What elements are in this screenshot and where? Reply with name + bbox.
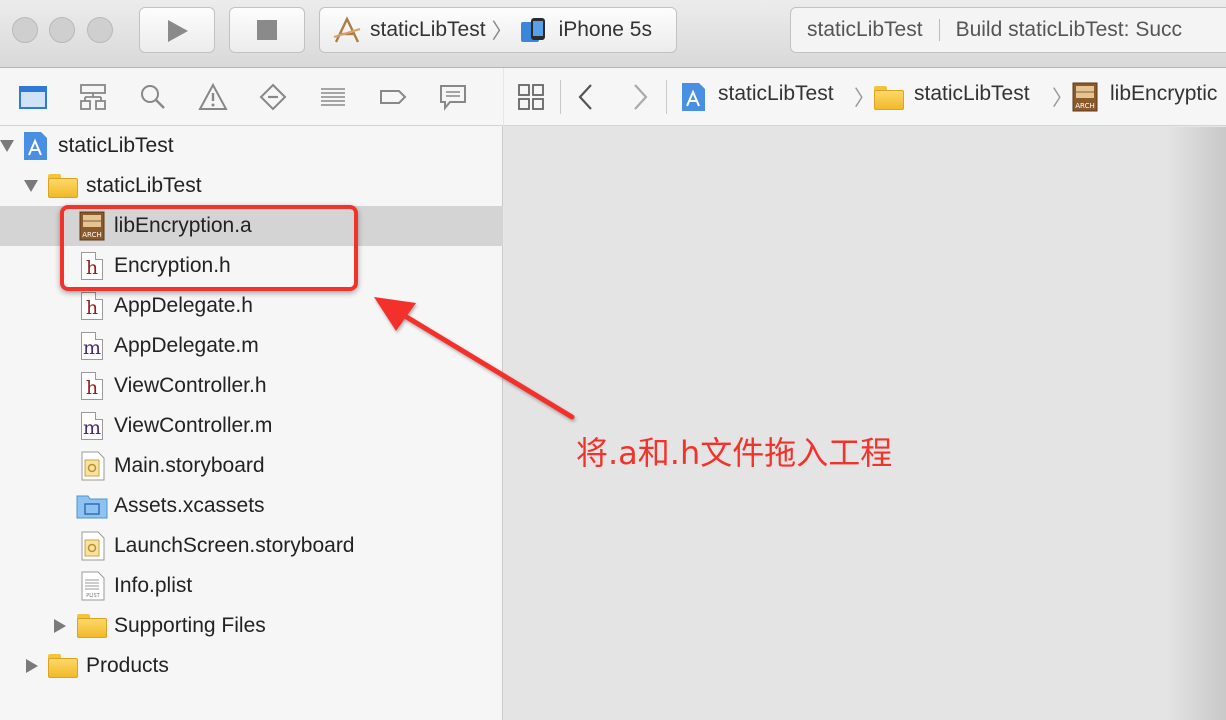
debug-navigator-icon[interactable] [318,82,348,112]
tree-item-label: Main.storyboard [114,454,265,477]
activity-divider [938,19,940,41]
tree-row-group[interactable]: Products [0,646,503,686]
back-chevron-icon[interactable] [574,82,598,112]
disclosure-closed-icon[interactable] [54,619,66,633]
editor-jump-bar: staticLibTest 〉 staticLibTest 〉 ARCH lib… [504,68,1226,126]
annotation-arrow [374,297,575,420]
tree-item-label: staticLibTest [86,174,202,197]
jump-bar-separator: 〉 [1052,87,1073,110]
tree-item-label: LaunchScreen.storyboard [114,534,355,557]
editor-edge-shadow [1166,127,1226,720]
activity-project: staticLibTest [807,18,923,41]
tree-item-label: Info.plist [114,574,193,597]
breakpoint-navigator-icon[interactable] [378,82,408,112]
tree-item-label: Assets.xcassets [114,494,265,517]
xcode-project-icon [682,83,705,111]
tree-row-project[interactable]: staticLibTest [0,126,503,166]
disclosure-closed-icon[interactable] [26,659,38,673]
issue-warning-icon[interactable] [198,82,228,112]
annotation-highlight-box [60,205,358,291]
plist-icon: PLIST [81,571,105,601]
tree-item-label: AppDelegate.m [114,334,259,357]
folder-icon [48,174,78,198]
tree-item-label: AppDelegate.h [114,294,253,317]
svg-text:ARCH: ARCH [1075,102,1094,110]
storyboard-icon [81,451,105,481]
tree-item-label: ViewController.h [114,374,267,397]
tree-row-group[interactable]: Supporting Files [0,606,503,646]
xcode-project-icon [24,132,47,160]
test-navigator-icon[interactable] [258,82,288,112]
search-icon[interactable] [138,82,168,112]
folder-icon [48,654,78,678]
run-button[interactable] [139,7,215,53]
implementation-file-icon: m [81,412,103,440]
related-items-grid-icon[interactable] [516,82,546,112]
xcode-app-icon [333,16,361,43]
activity-viewer: staticLibTest Build staticLibTest: Succ [790,7,1226,53]
report-navigator-icon[interactable] [438,82,468,112]
scheme-selector[interactable]: staticLibTest 〉 iPhone 5s [319,7,677,53]
scheme-name: staticLibTest [370,18,486,41]
zoom-window-button[interactable] [87,17,113,43]
disclosure-open-icon[interactable] [0,140,14,152]
header-file-icon: h [81,372,103,400]
jump-bar-project[interactable]: staticLibTest [718,82,834,106]
asset-catalog-icon [76,495,108,519]
jump-bar-divider [666,80,667,114]
destination-name: iPhone 5s [558,18,652,41]
tree-row-file[interactable]: PLIST Info.plist [0,566,503,606]
tree-item-label: ViewController.m [114,414,273,437]
navigator-selector-bar [0,68,503,126]
tree-item-label: staticLibTest [58,134,174,157]
editor-area [504,127,1226,720]
implementation-file-icon: m [81,332,103,360]
jump-bar-file[interactable]: libEncryptic [1110,82,1217,106]
tree-row-file[interactable]: Main.storyboard [0,446,503,486]
archive-icon: ARCH [1072,82,1098,112]
tree-row-file[interactable]: LaunchScreen.storyboard [0,526,503,566]
jump-bar-group[interactable]: staticLibTest [914,82,1030,106]
minimize-window-button[interactable] [49,17,75,43]
window-toolbar: staticLibTest 〉 iPhone 5s staticLibTest … [0,0,1226,68]
storyboard-icon [81,531,105,561]
activity-status: Build staticLibTest: Succ [955,18,1182,41]
disclosure-open-icon[interactable] [24,180,38,192]
scheme-separator: 〉 [491,20,513,43]
stop-icon [257,20,277,40]
stop-button[interactable] [229,7,305,53]
annotation-caption: 将.a和.h文件拖入工程 [576,434,893,472]
tree-item-label: Supporting Files [114,614,266,637]
folder-icon [874,86,904,110]
close-window-button[interactable] [12,17,38,43]
play-icon [168,20,188,42]
forward-chevron-icon[interactable] [628,82,652,112]
header-file-icon: h [81,292,103,320]
tree-item-label: Products [86,654,169,677]
project-navigator-folder-icon[interactable] [18,82,48,112]
jump-bar-separator: 〉 [854,87,875,110]
folder-icon [77,614,107,638]
tree-row-group[interactable]: staticLibTest [0,166,503,206]
jump-bar-divider [560,80,561,114]
svg-text:PLIST: PLIST [86,593,100,599]
symbol-navigator-icon[interactable] [78,82,108,112]
tree-row-file[interactable]: Assets.xcassets [0,486,503,526]
iphone-device-icon [520,18,545,42]
